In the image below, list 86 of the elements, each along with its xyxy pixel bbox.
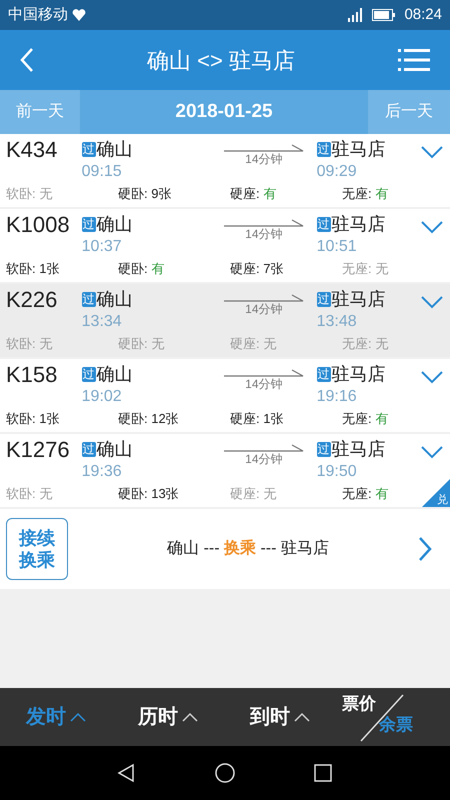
pass-badge: 过 [82, 366, 96, 382]
pass-badge: 过 [82, 216, 96, 232]
seat-availability: 硬座: 1张 [230, 411, 284, 427]
time-text: 13:48 [316, 312, 358, 332]
carrier-text: 中国移动 [8, 4, 68, 25]
transfer-text: 确山 --- 换乘 --- 驻马店 [166, 538, 330, 559]
pass-badge: 过 [316, 292, 331, 306]
train-number: K158 [6, 361, 58, 389]
train-row[interactable]: K226 过 确山 13:34 14分钟 过 驻马店 13:48 软卧: 无 硬卧: 无 硬座: 无 无座: 无 [0, 284, 450, 357]
train-number: K1008 [6, 211, 71, 239]
station-name: 驻马店 [332, 438, 386, 461]
seat-availability: 硬卧: 有 [118, 261, 166, 277]
station-name: 确山 [96, 213, 133, 236]
seat-availability: 无座: 无 [342, 336, 390, 352]
pass-badge: 过 [316, 142, 331, 156]
caret-up-icon [294, 712, 310, 722]
time-text: 19:16 [316, 387, 358, 407]
seat-availability: 硬座: 有 [230, 186, 278, 202]
menu-button[interactable] [398, 46, 430, 74]
redeem-badge: 兑 [422, 479, 450, 507]
seat-availability: 硬座: 无 [230, 336, 278, 352]
station-name: 驻马店 [332, 213, 386, 236]
seat-availability: 软卧: 1张 [6, 411, 60, 427]
seat-availability: 软卧: 无 [6, 336, 54, 352]
time-text: 09:29 [316, 162, 358, 182]
seat-availability: 无座: 有 [342, 186, 390, 202]
time-text: 13:34 [82, 312, 123, 332]
clock-text: 08:24 [404, 4, 442, 25]
heart-icon [72, 9, 86, 21]
train-number: K226 [6, 286, 58, 314]
time-text: 19:36 [82, 462, 123, 482]
station-name: 确山 [96, 138, 133, 161]
badge-text: 接续 [19, 527, 55, 549]
seat-availability: 硬座: 7张 [230, 261, 284, 277]
train-row[interactable]: K1008 过 确山 10:37 14分钟 过 驻马店 10:51 软卧: 1张 硬卧: 有 硬座: 7张 无座: 无 [0, 209, 450, 282]
recents-icon[interactable] [313, 763, 333, 783]
time-text: 09:15 [82, 162, 123, 182]
back-icon[interactable] [117, 763, 137, 783]
train-row[interactable]: K1276 过 确山 19:36 14分钟 过 驻马店 19:50 软卧: 无 硬卧: 13张 硬座: 无 无座: 有 兑 [0, 434, 450, 507]
seat-availability: 无座: 有 [342, 486, 390, 502]
duration-text: 14分钟 [245, 302, 282, 316]
seat-availability: 硬座: 无 [230, 486, 278, 502]
sort-tab[interactable]: 到时 [224, 688, 336, 746]
train-number: K1276 [6, 436, 71, 464]
page-title: 确山 <> 驻马店 [147, 46, 295, 74]
train-number: K434 [6, 136, 58, 164]
seat-availability: 硬卧: 13张 [118, 486, 180, 502]
caret-up-icon [70, 712, 86, 722]
duration-text: 14分钟 [245, 152, 282, 166]
station-name: 确山 [96, 288, 133, 311]
sort-tab[interactable]: 历时 [112, 688, 224, 746]
duration-text: 14分钟 [245, 377, 282, 391]
time-text: 19:02 [82, 387, 123, 407]
pass-badge: 过 [82, 142, 96, 156]
train-row[interactable]: K158 过 确山 19:02 14分钟 过 驻马店 19:16 软卧: 1张 硬卧: 12张 硬座: 1张 无座: 有 [0, 359, 450, 432]
seat-availability: 硬卧: 9张 [118, 186, 172, 202]
station-name: 确山 [96, 363, 133, 386]
station-name: 驻马店 [332, 288, 386, 311]
sort-toggle[interactable]: 票价 [342, 694, 376, 714]
pass-badge: 过 [316, 442, 331, 456]
station-name: 驻马店 [332, 138, 386, 161]
home-icon[interactable] [215, 763, 235, 783]
time-text: 10:51 [316, 237, 358, 257]
seat-availability: 无座: 无 [342, 261, 390, 277]
badge-text: 换乘 [19, 549, 55, 571]
caret-up-icon [182, 712, 198, 722]
duration-text: 14分钟 [245, 452, 282, 466]
pass-badge: 过 [82, 442, 96, 456]
transfer-row[interactable]: 接续 换乘 确山 --- 换乘 --- 驻马店 [0, 509, 450, 589]
seat-availability: 无座: 有 [342, 411, 390, 427]
time-text: 10:37 [82, 237, 123, 257]
seat-availability: 软卧: 1张 [6, 261, 60, 277]
pass-badge: 过 [316, 366, 331, 382]
station-name: 驻马店 [332, 363, 386, 386]
time-text: 19:50 [316, 462, 358, 482]
seat-availability: 硬卧: 12张 [118, 411, 180, 427]
pass-badge: 过 [82, 292, 96, 306]
station-name: 确山 [96, 438, 133, 461]
train-row[interactable]: K434 过 确山 09:15 14分钟 过 驻马店 09:29 软卧: 无 硬卧: 9张 硬座: 有 无座: 有 [0, 134, 450, 207]
pass-badge: 过 [316, 216, 331, 232]
date-text: 2018-01-25 [174, 100, 274, 124]
battery-icon [372, 9, 396, 21]
seat-availability: 硬卧: 无 [118, 336, 166, 352]
seat-availability: 软卧: 无 [6, 186, 54, 202]
seat-availability: 软卧: 无 [6, 486, 54, 502]
duration-text: 14分钟 [245, 227, 282, 241]
